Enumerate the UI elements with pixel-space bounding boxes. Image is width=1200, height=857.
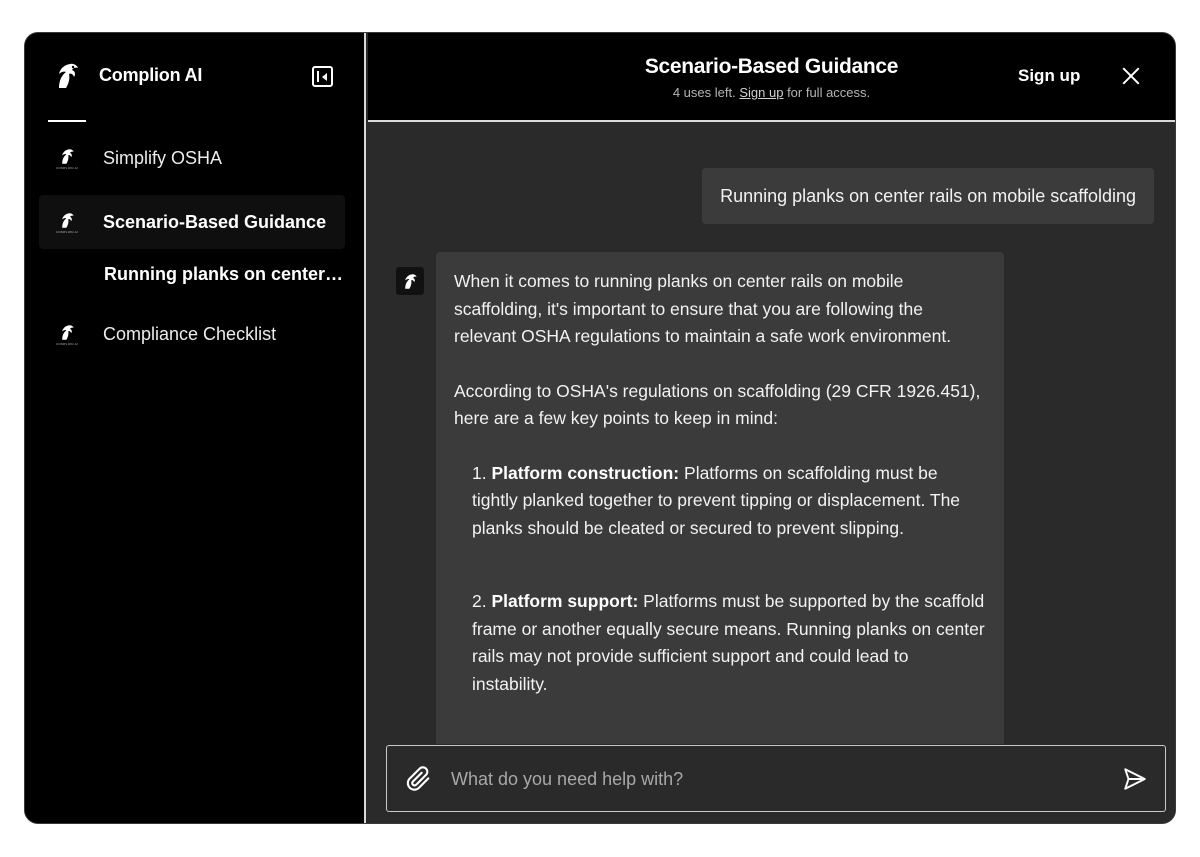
message-paragraph: According to OSHA's regulations on scaff… [454,380,981,429]
close-icon[interactable] [1120,65,1142,87]
app-window: Complion AI COMPLION.AI Simplify OSHA CO… [24,32,1176,824]
divider [48,120,86,122]
list-item: 1. Platform construction: Platforms on s… [472,462,961,538]
sidebar-conversation-item[interactable]: Running planks on center rails on mobile… [104,264,344,285]
header: Scenario-Based Guidance 4 uses left. Sig… [368,33,1175,122]
message-input[interactable] [451,760,1091,798]
assistant-message: When it comes to running planks on cente… [436,252,1004,744]
sidebar: Complion AI COMPLION.AI Simplify OSHA CO… [25,33,366,823]
usage-notice: 4 uses left. Sign up for full access. [368,85,1175,100]
sidebar-item-label: Simplify OSHA [103,147,223,168]
sidebar-item-scenario-based-guidance[interactable]: COMPLION.AI Scenario-Based Guidance [39,195,345,249]
uses-left-text: 4 uses left. [672,85,736,100]
brand[interactable]: Complion AI [52,59,202,91]
horse-logo-icon [396,267,424,295]
signup-button[interactable]: Sign up [1018,66,1080,86]
brand-name: Complion AI [99,64,203,85]
signup-link[interactable]: Sign up [739,85,783,100]
horse-logo-icon: COMPLION.AI [52,323,82,346]
horse-logo-icon [52,59,82,91]
main-panel: Scenario-Based Guidance 4 uses left. Sig… [368,33,1175,823]
list-item: 2. Platform support: Platforms must be s… [472,591,985,694]
horse-logo-icon: COMPLION.AI [52,211,82,234]
sidebar-item-label: Compliance Checklist [103,323,277,344]
sidebar-collapse-icon[interactable] [312,66,333,87]
sidebar-item-simplify-osha[interactable]: COMPLION.AI Simplify OSHA [39,131,345,185]
sidebar-item-compliance-checklist[interactable]: COMPLION.AI Compliance Checklist [39,307,345,361]
message-paragraph: When it comes to running planks on cente… [454,271,952,346]
sidebar-item-label: Scenario-Based Guidance [103,211,327,232]
horse-logo-icon: COMPLION.AI [52,147,82,170]
user-message: Running planks on center rails on mobile… [702,168,1154,224]
send-icon[interactable] [1121,766,1149,792]
full-access-text: for full access. [787,85,871,100]
message-composer [386,745,1166,812]
chat-area[interactable]: Running planks on center rails on mobile… [368,124,1175,744]
paperclip-icon[interactable] [405,765,433,793]
